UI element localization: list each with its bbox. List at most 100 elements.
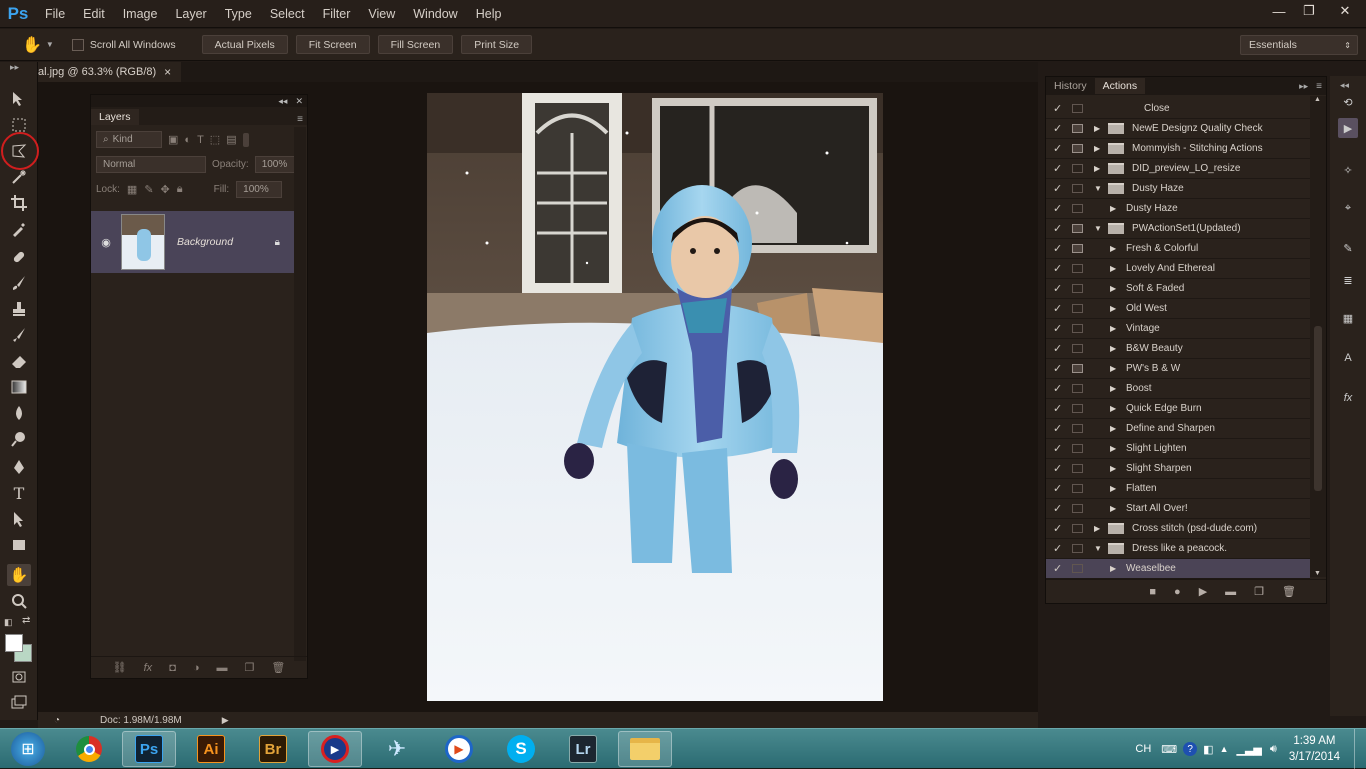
toggle-item-check-icon[interactable]: ✓ [1053, 382, 1063, 395]
print-size-button[interactable]: Print Size [461, 35, 533, 54]
action-row[interactable]: ✓ ▶ DID_preview_LO_resize [1046, 159, 1310, 179]
menu-layer[interactable]: Layer [166, 0, 215, 28]
menu-edit[interactable]: Edit [74, 0, 114, 28]
delete-layer-icon[interactable]: 🗑︎ [271, 661, 285, 674]
scroll-up-icon[interactable]: ▲ [1314, 96, 1321, 103]
action-row[interactable]: ✓ ▶ Old West [1046, 299, 1310, 319]
language-indicator[interactable]: CH [1135, 743, 1151, 755]
play-icon[interactable]: ▶ [1199, 585, 1207, 598]
action-row[interactable]: ✓ ▶ NewE Designz Quality Check [1046, 119, 1310, 139]
toggle-dialog-icon[interactable] [1072, 104, 1083, 113]
menu-filter[interactable]: Filter [314, 0, 360, 28]
close-button[interactable]: ✕ [1324, 0, 1366, 22]
action-row[interactable]: ✓ ▶ PW's B & W [1046, 359, 1310, 379]
action-row[interactable]: ✓ ▶ Define and Sharpen [1046, 419, 1310, 439]
expand-chevron-icon[interactable]: ▶ [1094, 164, 1100, 173]
healing-brush-tool-icon[interactable] [7, 246, 31, 268]
zoom-tool-icon[interactable] [7, 590, 31, 612]
new-action-icon[interactable]: ❐ [1254, 585, 1264, 598]
toggle-dialog-icon[interactable] [1072, 284, 1083, 293]
toggle-item-check-icon[interactable]: ✓ [1053, 222, 1063, 235]
expand-chevron-icon[interactable]: ▶ [1094, 124, 1100, 133]
brush-presets-icon[interactable]: ✧ [1338, 160, 1358, 180]
toggle-dialog-icon[interactable] [1072, 124, 1083, 133]
expand-chevron-icon[interactable]: ▶ [1110, 384, 1116, 393]
fill-field[interactable]: 100% [236, 181, 283, 198]
toggle-dialog-icon[interactable] [1072, 264, 1083, 273]
toggle-item-check-icon[interactable]: ✓ [1053, 302, 1063, 315]
add-mask-icon[interactable]: ◘ [169, 662, 176, 674]
toggle-item-check-icon[interactable]: ✓ [1053, 102, 1063, 115]
action-row[interactable]: ✓ ▶ Fresh & Colorful [1046, 239, 1310, 259]
eyedropper-tool-icon[interactable] [7, 218, 31, 240]
toggle-item-check-icon[interactable]: ✓ [1053, 422, 1063, 435]
filter-adjustment-icon[interactable]: ◐ [184, 134, 191, 146]
menu-select[interactable]: Select [261, 0, 314, 28]
minimize-button[interactable]: — [1264, 0, 1294, 22]
swap-colors-icon[interactable]: ⇄ [22, 615, 30, 626]
type-tool-icon[interactable]: T [7, 482, 31, 504]
network-signal-icon[interactable]: ▁▃▅ [1237, 743, 1262, 756]
workspace-select[interactable]: Essentials ⇕ [1240, 35, 1358, 55]
expand-chevron-icon[interactable]: ▶ [1110, 364, 1116, 373]
toggle-dialog-icon[interactable] [1072, 464, 1083, 473]
menu-type[interactable]: Type [216, 0, 261, 28]
status-menu-arrow-icon[interactable]: ▶ [222, 715, 229, 726]
taskbar-illustrator[interactable]: Ai [184, 731, 238, 767]
expand-chevron-icon[interactable]: ▶ [1094, 524, 1100, 533]
new-layer-icon[interactable]: ❐ [245, 661, 255, 674]
toggle-dialog-icon[interactable] [1072, 224, 1083, 233]
styles-fx-icon[interactable]: fx [1338, 388, 1358, 408]
toggle-item-check-icon[interactable]: ✓ [1053, 262, 1063, 275]
toggle-item-check-icon[interactable]: ✓ [1053, 522, 1063, 535]
lock-all-icon[interactable]: 🔒︎ [177, 183, 183, 196]
actions-scrollbar[interactable]: ▲ ▼ [1310, 96, 1326, 577]
menu-view[interactable]: View [359, 0, 404, 28]
toggle-item-check-icon[interactable]: ✓ [1053, 502, 1063, 515]
expand-chevron-icon[interactable]: ▶ [1094, 144, 1100, 153]
expand-chevron-icon[interactable]: ▶ [1110, 344, 1116, 353]
taskbar-media-player[interactable]: ▶ [432, 731, 486, 767]
toggle-item-check-icon[interactable]: ✓ [1053, 462, 1063, 475]
filter-smart-object-icon[interactable]: ▤ [226, 133, 236, 146]
toggle-item-check-icon[interactable]: ✓ [1053, 282, 1063, 295]
tab-history[interactable]: History [1046, 78, 1095, 94]
crop-tool-icon[interactable] [7, 192, 31, 214]
show-hidden-icons-icon[interactable]: ▲ [1220, 744, 1229, 754]
action-row[interactable]: ✓ ▶ Weaselbee [1046, 559, 1310, 579]
history-panel-icon[interactable]: ⟲ [1338, 92, 1358, 112]
expand-chevron-icon[interactable]: ▶ [1110, 484, 1116, 493]
toggle-dialog-icon[interactable] [1072, 444, 1083, 453]
stop-icon[interactable]: ■ [1149, 586, 1156, 598]
scroll-down-icon[interactable]: ▼ [1314, 570, 1321, 577]
polygonal-lasso-tool-icon[interactable] [1, 132, 39, 170]
taskbar-quicktime[interactable]: ▶ [308, 731, 362, 767]
fx-icon[interactable]: fx [144, 662, 153, 674]
toggle-dialog-icon[interactable] [1072, 184, 1083, 193]
toggle-dialog-icon[interactable] [1072, 504, 1083, 513]
tool-preset-chevron-icon[interactable]: ▼ [46, 40, 54, 49]
filter-pixel-icon[interactable]: ▣ [168, 133, 178, 146]
toggle-item-check-icon[interactable]: ✓ [1053, 562, 1063, 575]
adjustment-layer-icon[interactable]: ◑ [193, 662, 200, 674]
brush-panel-icon[interactable]: ✎ [1338, 238, 1358, 258]
paths-icon[interactable]: ⌖ [1338, 198, 1358, 218]
path-selection-tool-icon[interactable] [7, 508, 31, 530]
document-canvas-photo[interactable] [427, 93, 883, 701]
filter-type-icon[interactable]: T [197, 134, 204, 146]
dodge-tool-icon[interactable] [7, 428, 31, 450]
action-row[interactable]: ✓ ▶ Vintage [1046, 319, 1310, 339]
action-row[interactable]: ✓ ▶ Start All Over! [1046, 499, 1310, 519]
toggle-item-check-icon[interactable]: ✓ [1053, 162, 1063, 175]
taskbar-file-explorer[interactable] [618, 731, 672, 767]
quick-mask-icon[interactable] [7, 666, 31, 688]
lock-position-icon[interactable]: ✥ [161, 183, 170, 196]
expand-chevron-icon[interactable]: ▼ [1094, 184, 1102, 193]
restore-button[interactable]: ❐ [1294, 0, 1324, 22]
collapse-icon[interactable]: ▸▸ [1299, 81, 1308, 92]
status-icon[interactable]: ◔ [54, 715, 60, 726]
expand-chevron-icon[interactable]: ▼ [1094, 224, 1102, 233]
filter-toggle-switch[interactable] [242, 132, 249, 147]
delete-action-icon[interactable]: 🗑︎ [1282, 585, 1296, 598]
close-panel-icon[interactable]: ✕ [295, 96, 303, 107]
